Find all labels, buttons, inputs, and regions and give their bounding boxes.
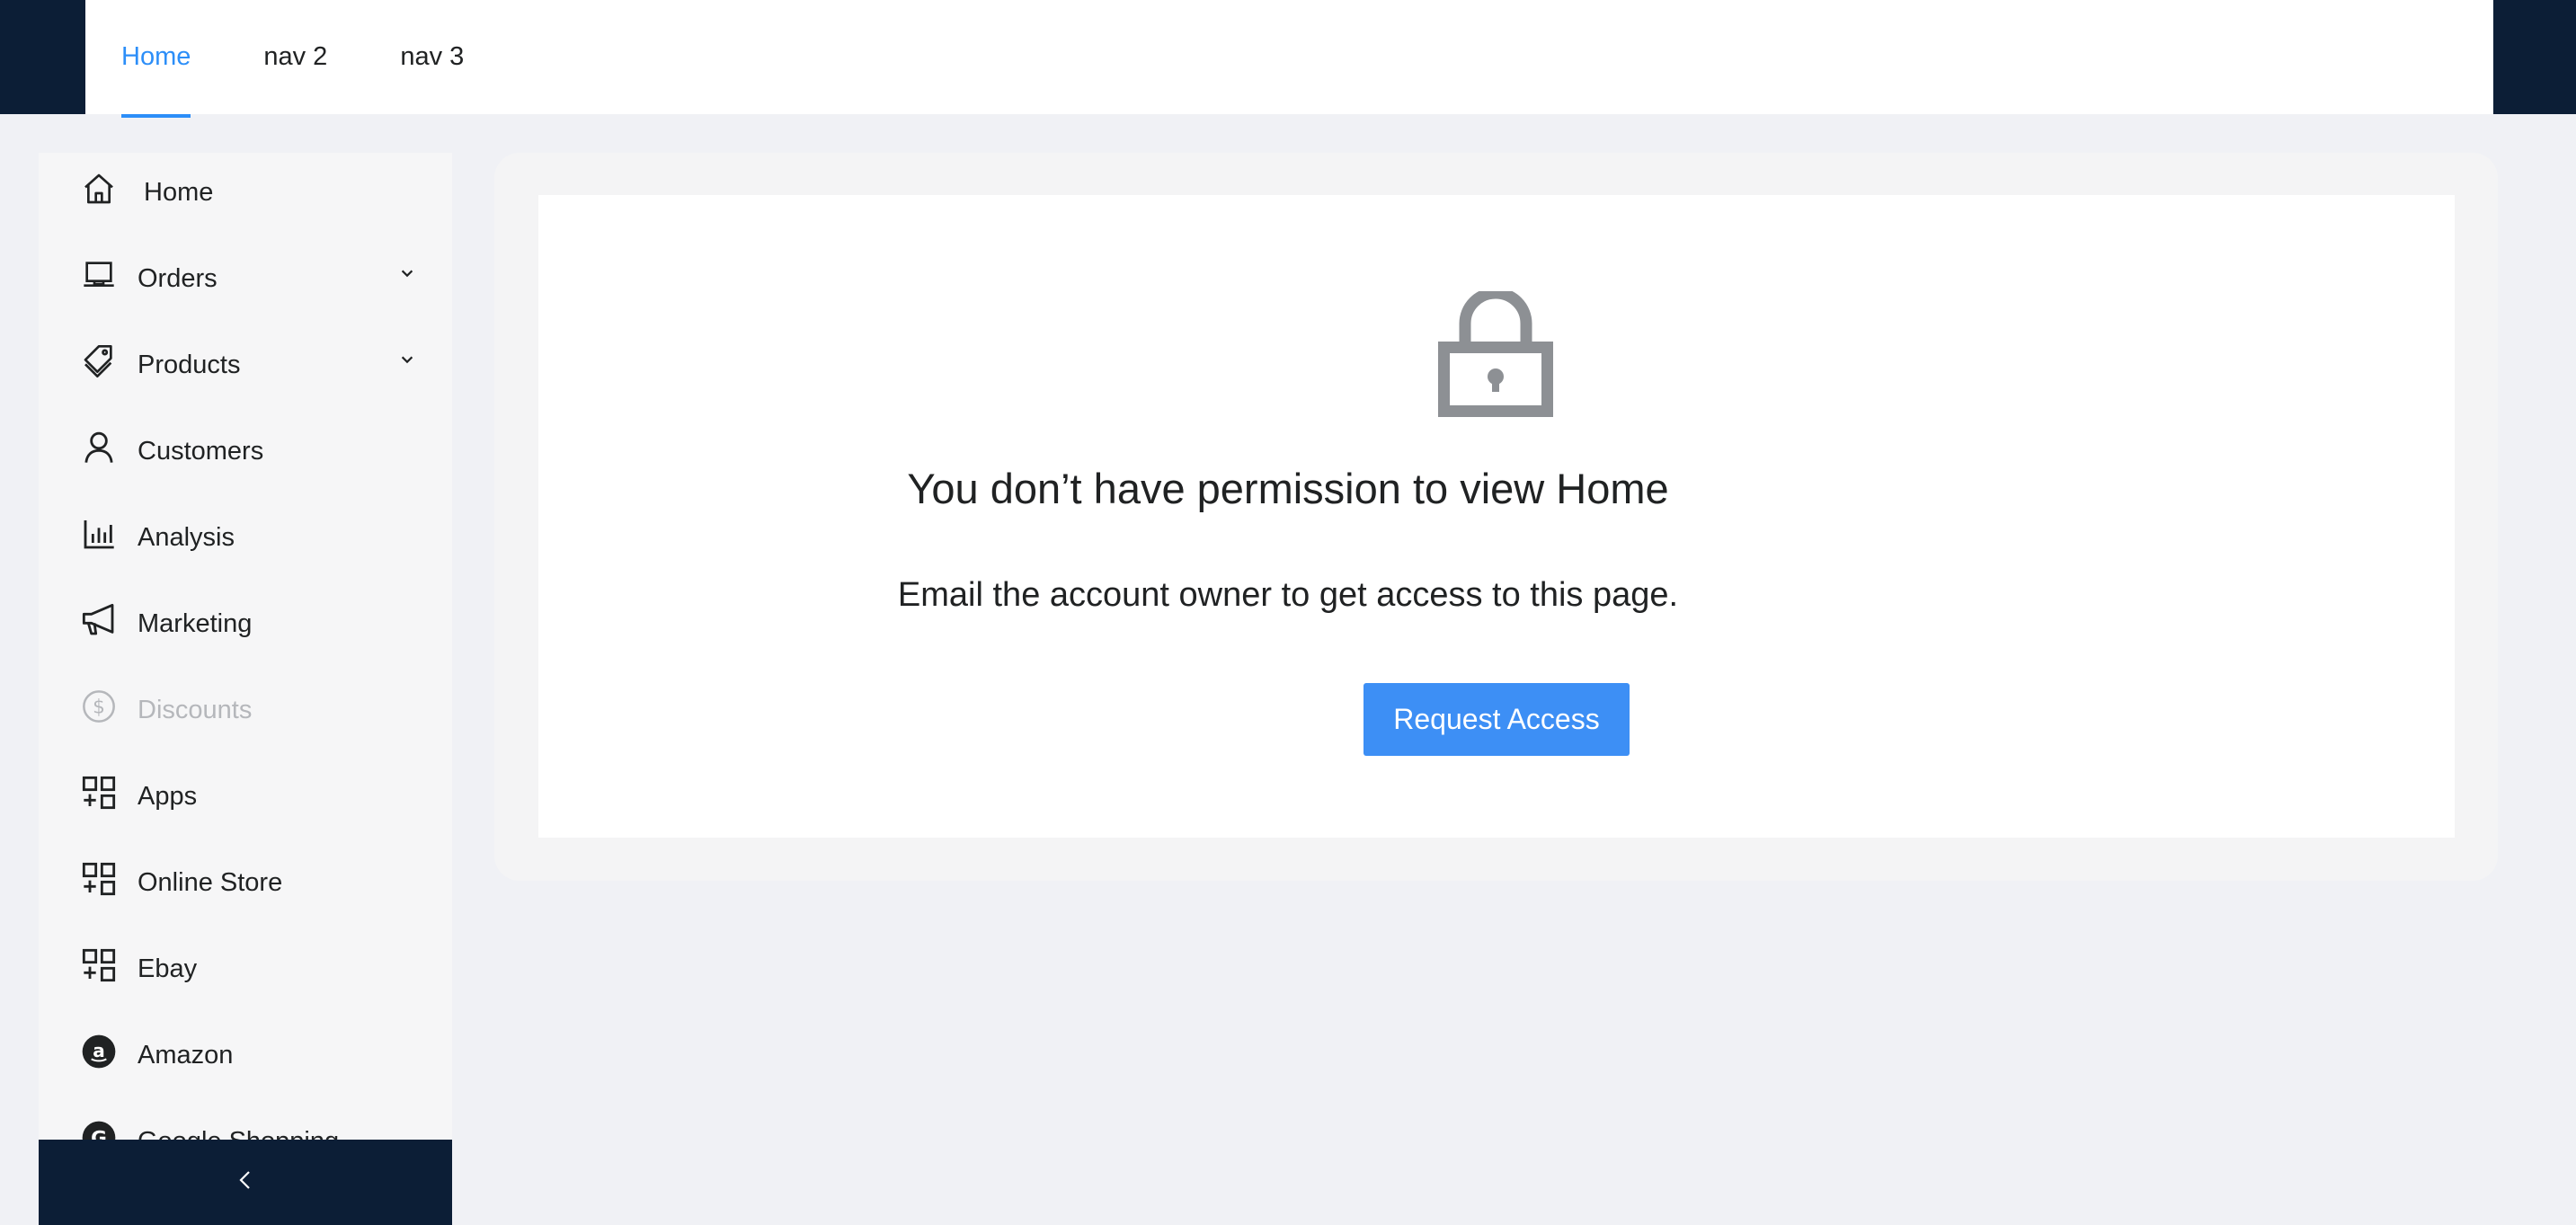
sidebar-item-label: Customers	[138, 437, 264, 466]
amazon-icon: a	[81, 1034, 117, 1070]
sidebar-item-products[interactable]: Products	[39, 325, 452, 412]
sidebar-item-label: Products	[138, 351, 241, 379]
sidebar-item-apps[interactable]: Apps	[39, 757, 452, 843]
sidebar-item-label: Analysis	[138, 523, 235, 552]
sidebar-item-label: Amazon	[138, 1041, 234, 1070]
page-title: You don’t have permission to view Home	[907, 465, 1669, 512]
apps-icon	[81, 775, 117, 811]
sidebar-item-ebay[interactable]: Ebay	[39, 929, 452, 1016]
request-access-button[interactable]: Request Access	[1364, 683, 1630, 756]
page-subtitle: Email the account owner to get access to…	[897, 576, 1679, 614]
svg-text:a: a	[93, 1040, 105, 1061]
sidebar-item-label: Apps	[138, 782, 198, 811]
tab-home[interactable]: Home	[121, 0, 191, 118]
sidebar: Home Orders Products Customers Analysis …	[39, 153, 452, 1225]
bar-chart-icon	[81, 516, 117, 552]
sidebar-item-label: Online Store	[138, 868, 283, 897]
sidebar-item-home[interactable]: Home	[39, 153, 452, 239]
tag-icon	[81, 343, 117, 379]
dollar-icon: $	[81, 688, 117, 724]
person-icon	[81, 430, 117, 466]
sidebar-collapse-button[interactable]	[39, 1140, 452, 1225]
lock-icon	[1438, 287, 1553, 417]
tab-nav-2[interactable]: nav 2	[263, 0, 327, 114]
sidebar-item-label: Discounts	[138, 696, 253, 724]
sidebar-item-label: Ebay	[138, 954, 198, 983]
apps-icon	[81, 861, 117, 897]
home-icon	[81, 171, 117, 207]
top-nav: Home nav 2 nav 3	[85, 0, 2493, 118]
laptop-icon	[81, 257, 117, 293]
chevron-down-icon[interactable]	[398, 264, 416, 282]
sidebar-item-orders[interactable]: Orders	[39, 239, 452, 325]
sidebar-item-label: Orders	[138, 264, 218, 293]
sidebar-item-discounts[interactable]: $ Discounts	[39, 670, 452, 757]
sidebar-list: Home Orders Products Customers Analysis …	[39, 153, 452, 1188]
sidebar-item-amazon[interactable]: a Amazon	[39, 1016, 452, 1102]
sidebar-item-label: Home	[144, 178, 214, 207]
chevron-down-icon[interactable]	[398, 351, 416, 368]
svg-text:$: $	[93, 697, 105, 719]
tab-nav-3[interactable]: nav 3	[400, 0, 464, 114]
sidebar-item-online-store[interactable]: Online Store	[39, 843, 452, 929]
apps-icon	[81, 947, 117, 983]
chevron-left-icon	[235, 1169, 255, 1195]
